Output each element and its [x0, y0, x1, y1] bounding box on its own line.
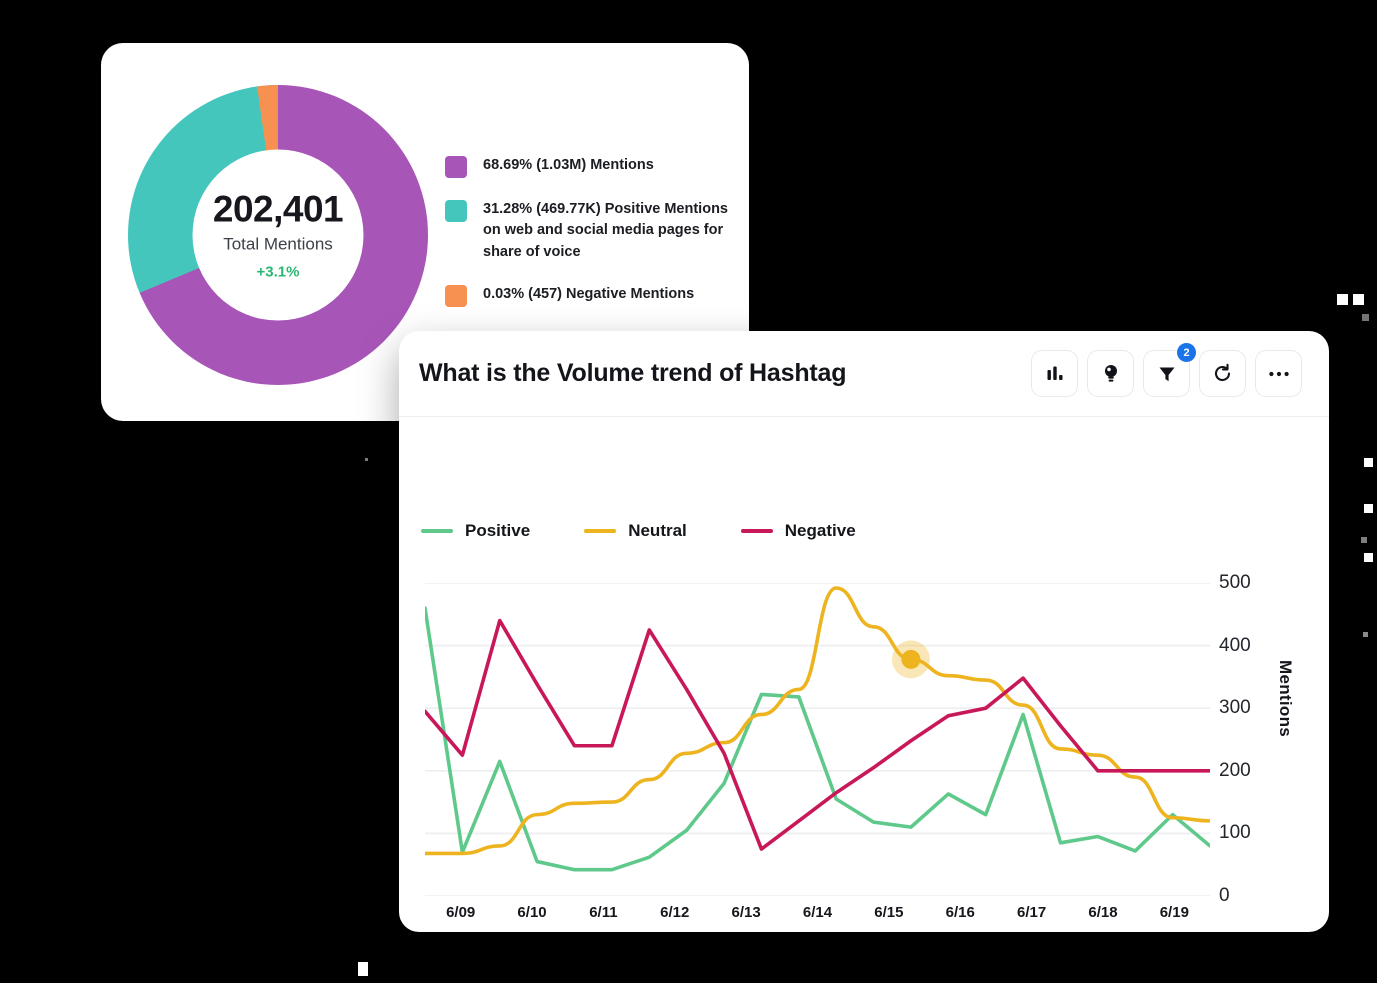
bar-chart-icon	[1047, 366, 1062, 380]
total-mentions-label: Total Mentions	[223, 234, 333, 253]
x-tick-label: 6/19	[1159, 904, 1189, 921]
decor-square	[1337, 294, 1348, 305]
y-tick-label: 400	[1219, 634, 1251, 656]
line-chart-plot[interactable]	[425, 583, 1210, 896]
chart-body: Positive Neutral Negative 0 100 200 300 …	[399, 417, 1329, 931]
y-tick-label: 0	[1219, 885, 1230, 906]
y-tick-label: 300	[1219, 697, 1251, 719]
y-tick-label: 500	[1219, 572, 1251, 593]
legend-line-positive	[421, 529, 453, 533]
card-header: What is the Volume trend of Hashtag 2	[399, 331, 1329, 417]
legend-label: Negative	[784, 521, 856, 540]
y-axis-title: Mentions	[1276, 660, 1295, 738]
x-tick-label: 6/15	[874, 904, 904, 921]
legend-label: 31.28% (469.77K) Positive Mentions on we…	[483, 201, 728, 260]
plot-svg	[425, 583, 1210, 896]
legend-item[interactable]: 31.28% (469.77K) Positive Mentions on we…	[445, 199, 735, 263]
legend-line-negative	[740, 529, 773, 533]
refresh-icon	[1214, 363, 1231, 382]
donut-legend: 68.69% (1.03M) Mentions 31.28% (469.77K)…	[445, 155, 735, 328]
x-tick-label: 6/10	[517, 904, 547, 921]
filter-button[interactable]: 2	[1143, 343, 1196, 397]
y-tick-label: 100	[1219, 822, 1251, 844]
x-tick-label: 6/17	[1016, 904, 1047, 921]
toolbar: 2	[1031, 343, 1302, 397]
donut-center: 202,401 Total Mentions +3.1%	[192, 149, 364, 321]
decor-square	[1362, 314, 1369, 321]
volume-trend-card: What is the Volume trend of Hashtag 2 Po…	[399, 331, 1329, 932]
insights-button[interactable]	[1087, 350, 1134, 397]
page-title: What is the Volume trend of Hashtag	[419, 359, 847, 387]
total-mentions-value: 202,401	[212, 188, 344, 229]
legend-item-negative[interactable]: Negative	[740, 521, 856, 541]
highlighted-point[interactable]	[891, 640, 930, 679]
x-tick-label: 6/18	[1088, 904, 1118, 921]
x-tick-label: 6/12	[660, 904, 690, 921]
legend-label: 68.69% (1.03M) Mentions	[483, 157, 654, 173]
decor-square	[1363, 632, 1368, 637]
decor-square	[1364, 504, 1373, 513]
legend-item-neutral[interactable]: Neutral	[584, 521, 687, 541]
chart-type-button[interactable]	[1031, 350, 1078, 397]
legend-item[interactable]: 0.03% (457) Negative Mentions	[445, 284, 735, 308]
more-icon	[1268, 371, 1289, 376]
decor-square	[1353, 294, 1364, 305]
legend-item[interactable]: 68.69% (1.03M) Mentions	[445, 155, 735, 178]
decor-square	[1364, 458, 1373, 467]
x-tick-label: 6/09	[446, 904, 476, 921]
donut-chart[interactable]: 202,401 Total Mentions +3.1%	[128, 85, 428, 385]
y-tick-label: 200	[1219, 759, 1251, 781]
legend-line-neutral	[584, 529, 617, 533]
decor-square	[1361, 537, 1367, 543]
legend-label: 0.03% (457) Negative Mentions	[483, 286, 695, 303]
background: 202,401 Total Mentions +3.1% 68.69% (1.0…	[0, 0, 1377, 983]
legend-item-positive[interactable]: Positive	[421, 521, 530, 541]
legend-swatch-mentions	[445, 156, 467, 178]
filter-icon	[1159, 367, 1174, 381]
lightbulb-icon	[1104, 364, 1117, 382]
series-line-neutral	[425, 586, 1210, 856]
x-tick-label: 6/16	[945, 904, 975, 921]
decor-square	[1364, 553, 1373, 562]
y-axis-ticks: 0 100 200 300 400 500	[1219, 572, 1279, 907]
more-options-button[interactable]	[1255, 350, 1302, 397]
decor-square	[365, 458, 368, 461]
x-tick-label: 6/13	[731, 904, 761, 921]
legend-swatch-positive	[445, 200, 467, 222]
legend-label: Neutral	[628, 521, 687, 540]
highlight-dot[interactable]	[901, 649, 921, 669]
legend-label: Positive	[465, 521, 531, 540]
x-tick-label: 6/14	[802, 904, 833, 921]
series-lines	[425, 586, 1210, 872]
series-legend: Positive Neutral Negative	[421, 521, 856, 541]
filter-count-badge: 2	[1177, 343, 1196, 362]
x-axis-ticks: 6/09 6/10 6/11 6/12 6/13 6/14 6/15 6/16 6/17 6/18…	[425, 904, 1210, 930]
legend-swatch-negative	[445, 285, 467, 308]
decor-square	[358, 962, 368, 976]
refresh-button[interactable]	[1199, 350, 1246, 397]
x-tick-label: 6/11	[589, 904, 618, 921]
mentions-delta: +3.1%	[256, 263, 300, 280]
